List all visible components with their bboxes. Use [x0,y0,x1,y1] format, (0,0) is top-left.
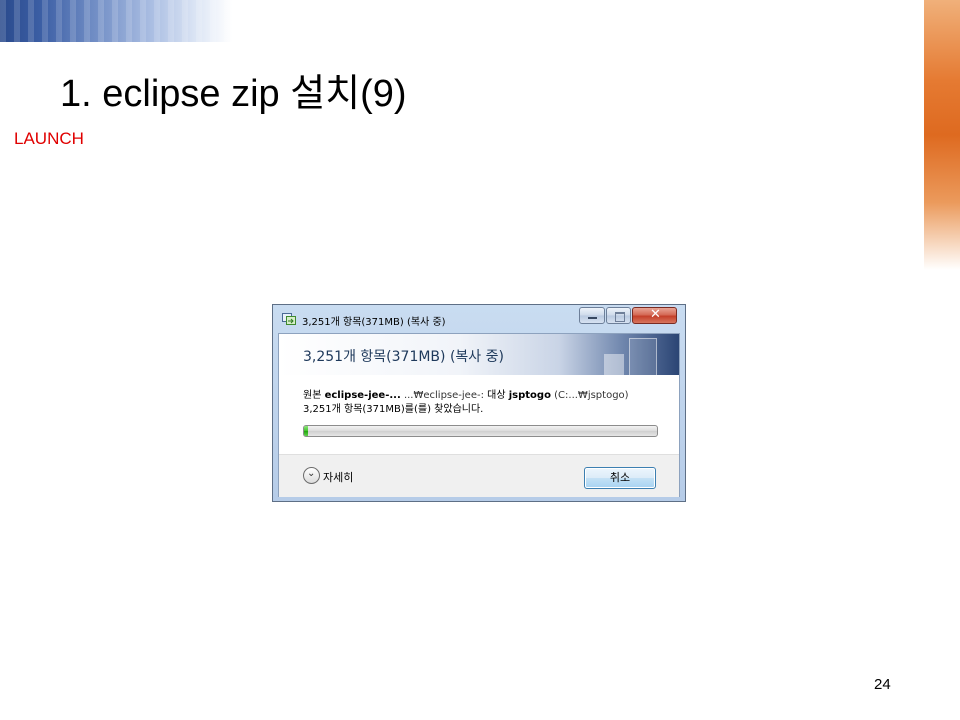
copy-progress-dialog: 3,251개 항목(371MB) (복사 중) ✕ 3,251개 항목(371M… [272,304,686,502]
destination-label: 대상 [487,390,506,401]
dialog-banner: 3,251개 항목(371MB) (복사 중) [279,334,679,377]
copy-window-icon [282,313,296,325]
maximize-icon [615,312,625,322]
dialog-footer: ⌄ 자세히 취소 [279,454,679,497]
more-details-toggle[interactable]: ⌄ [303,467,320,484]
banner-decoration [604,354,624,375]
dialog-client-area: 3,251개 항목(371MB) (복사 중) 원본 eclipse-jee-.… [278,333,680,497]
status-text: 3,251개 항목(371MB)를(를) 찾았습니다. [303,404,484,415]
copy-progress-bar [303,425,658,437]
destination-name[interactable]: jsptogo [509,390,551,401]
destination-path: (C:...₩jsptogo) [554,390,629,401]
slide-subtitle: LAUNCH [14,129,84,148]
banner-decoration [629,338,657,377]
slide-title: 1. eclipse zip 설치(9) [60,73,407,115]
decorative-right-strip [924,0,960,270]
chevron-down-icon: ⌄ [307,468,316,479]
cancel-button[interactable]: 취소 [584,467,656,489]
maximize-button[interactable] [606,307,631,324]
minimize-button[interactable] [579,307,605,324]
close-button[interactable]: ✕ [632,307,677,324]
close-icon: ✕ [650,307,661,322]
page-number: 24 [874,676,891,693]
source-destination-line: 원본 eclipse-jee-... ...₩eclipse-jee-: 대상 … [303,386,629,401]
decorative-corner-band [0,0,232,42]
progress-fill [304,426,308,436]
dialog-titlebar[interactable]: 3,251개 항목(371MB) (복사 중) ✕ [273,305,685,333]
more-details-label[interactable]: 자세히 [323,469,353,485]
banner-title: 3,251개 항목(371MB) (복사 중) [303,349,504,365]
minimize-icon [588,317,597,319]
dialog-window-title: 3,251개 항목(371MB) (복사 중) [302,317,446,328]
